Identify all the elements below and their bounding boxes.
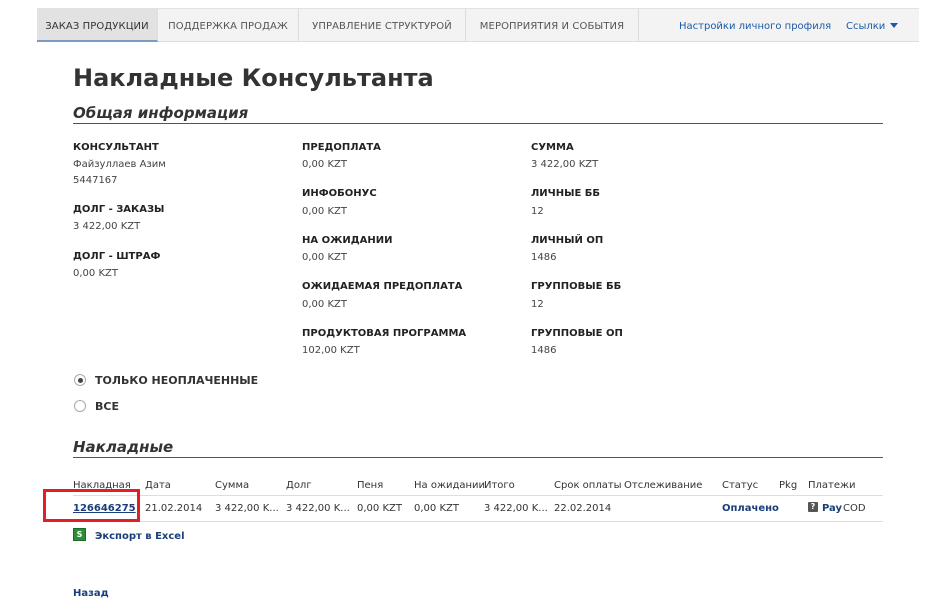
page-title: Накладные Консультанта — [73, 64, 434, 92]
tab-events[interactable]: МЕРОПРИЯТИЯ И СОБЫТИЯ — [466, 9, 639, 42]
tab-structure-management[interactable]: УПРАВЛЕНИЕ СТРУКТУРОЙ — [299, 9, 466, 42]
prepayment-label: ПРЕДОПЛАТА — [302, 142, 381, 153]
product-program-label: ПРОДУКТОВАЯ ПРОГРАММА — [302, 328, 467, 339]
tab-sales-support[interactable]: ПОДДЕРЖКА ПРОДАЖ — [158, 9, 299, 42]
top-navigation: ЗАКАЗ ПРОДУКЦИИ ПОДДЕРЖКА ПРОДАЖ УПРАВЛЕ… — [37, 8, 919, 42]
sum-label: СУММА — [531, 142, 574, 153]
links-dropdown-label: Ссылки — [846, 21, 886, 32]
expected-prepayment-value: 0,00 KZT — [302, 299, 347, 310]
unpaid-only-label[interactable]: ТОЛЬКО НЕОПЛАЧЕННЫЕ — [95, 374, 258, 387]
consultant-label: КОНСУЛЬТАНТ — [73, 142, 159, 153]
chevron-down-icon — [890, 23, 899, 28]
profile-settings-link[interactable]: Настройки личного профиля — [679, 9, 831, 42]
col-debt[interactable]: Долг — [286, 480, 312, 491]
cell-pending: 0,00 KZT — [414, 503, 459, 514]
unpaid-only-radio[interactable] — [74, 374, 86, 386]
group-bb-value: 12 — [531, 299, 544, 310]
invoices-heading: Накладные — [73, 438, 174, 456]
links-dropdown[interactable]: Ссылки — [846, 9, 899, 42]
personal-bb-value: 12 — [531, 206, 544, 217]
divider — [73, 457, 883, 458]
product-program-value: 102,00 KZT — [302, 345, 360, 356]
infobonus-value: 0,00 KZT — [302, 206, 347, 217]
col-total[interactable]: Итого — [484, 480, 515, 491]
prepayment-value: 0,00 KZT — [302, 159, 347, 170]
group-op-label: ГРУППОВЫЕ ОП — [531, 328, 623, 339]
col-due-date[interactable]: Срок оплаты — [554, 480, 622, 491]
debt-orders-label: ДОЛГ - ЗАКАЗЫ — [73, 204, 165, 215]
personal-bb-label: ЛИЧНЫЕ ББ — [531, 188, 601, 199]
debt-fine-value: 0,00 KZT — [73, 268, 118, 279]
infobonus-label: ИНФОБОНУС — [302, 188, 377, 199]
col-fine[interactable]: Пеня — [357, 480, 383, 491]
col-pkg[interactable]: Pkg — [779, 480, 797, 491]
cell-sum: 3 422,00 K... — [215, 503, 279, 514]
sum-value: 3 422,00 KZT — [531, 159, 599, 170]
personal-op-label: ЛИЧНЫЙ ОП — [531, 235, 604, 246]
status-badge: Оплачено — [722, 503, 779, 514]
consultant-name: Файзуллаев Азим — [73, 159, 166, 170]
all-label[interactable]: ВСЕ — [95, 400, 119, 413]
cell-debt: 3 422,00 K... — [286, 503, 350, 514]
col-sum[interactable]: Сумма — [215, 480, 249, 491]
consultant-id: 5447167 — [73, 175, 118, 186]
cell-fine: 0,00 KZT — [357, 503, 402, 514]
table-row-divider — [73, 521, 883, 522]
table-row-divider — [73, 495, 883, 496]
help-icon[interactable]: ? — [808, 502, 818, 512]
cell-due-date: 22.02.2014 — [554, 503, 612, 514]
col-status[interactable]: Статус — [722, 480, 758, 491]
col-date[interactable]: Дата — [145, 480, 171, 491]
excel-icon[interactable]: S — [73, 528, 86, 541]
personal-op-value: 1486 — [531, 252, 557, 263]
pay-link[interactable]: Pay — [822, 503, 842, 514]
col-tracking[interactable]: Отслеживание — [624, 480, 702, 491]
group-op-value: 1486 — [531, 345, 557, 356]
col-pending[interactable]: На ожидании — [414, 480, 485, 491]
tab-product-order[interactable]: ЗАКАЗ ПРОДУКЦИИ — [37, 9, 158, 42]
debt-fine-label: ДОЛГ - ШТРАФ — [73, 251, 161, 262]
col-payments[interactable]: Платежи — [808, 480, 856, 491]
pending-label: НА ОЖИДАНИИ — [302, 235, 393, 246]
export-excel-link[interactable]: Экспорт в Excel — [95, 531, 185, 542]
cell-date: 21.02.2014 — [145, 503, 203, 514]
pending-value: 0,00 KZT — [302, 252, 347, 263]
expected-prepayment-label: ОЖИДАЕМАЯ ПРЕДОПЛАТА — [302, 281, 463, 292]
all-radio[interactable] — [74, 400, 86, 412]
back-link[interactable]: Назад — [73, 588, 109, 599]
cell-total: 3 422,00 K... — [484, 503, 548, 514]
cell-payment-method: COD — [843, 503, 866, 514]
group-bb-label: ГРУППОВЫЕ ББ — [531, 281, 622, 292]
divider — [73, 123, 883, 124]
debt-orders-value: 3 422,00 KZT — [73, 221, 141, 232]
general-info-heading: Общая информация — [73, 104, 249, 122]
highlight-box — [43, 489, 140, 522]
